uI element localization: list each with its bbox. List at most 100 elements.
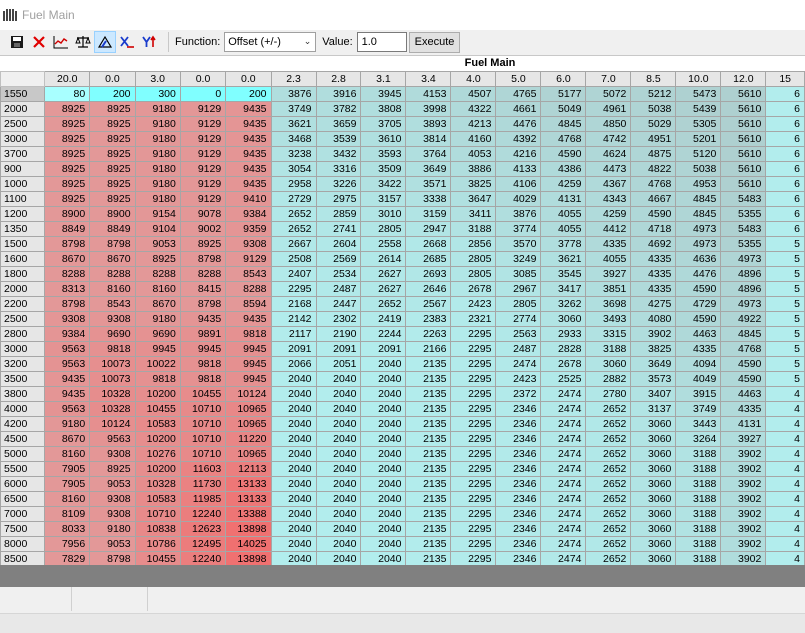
table-cell[interactable]: 2346 xyxy=(495,401,542,417)
table-cell[interactable]: 2667 xyxy=(270,236,317,252)
table-cell[interactable]: 4 xyxy=(765,536,805,552)
table-cell[interactable]: 2295 xyxy=(450,446,497,462)
table-cell[interactable]: 2040 xyxy=(270,461,317,477)
table-cell[interactable]: 2346 xyxy=(495,461,542,477)
table-cell[interactable]: 4029 xyxy=(495,191,542,207)
table-cell[interactable]: 4106 xyxy=(495,176,542,192)
table-cell[interactable]: 3915 xyxy=(675,386,722,402)
table-cell[interactable]: 5029 xyxy=(630,116,677,132)
table-cell[interactable]: 4953 xyxy=(675,176,722,192)
table-cell[interactable]: 4386 xyxy=(540,161,587,177)
row-header[interactable]: 4000 xyxy=(0,401,46,417)
column-header[interactable]: 0.0 xyxy=(179,71,227,87)
table-cell[interactable]: 3188 xyxy=(675,521,722,537)
table-cell[interactable]: 4 xyxy=(765,401,805,417)
table-cell[interactable]: 2040 xyxy=(315,476,362,492)
column-header[interactable]: 3.1 xyxy=(360,71,407,87)
table-cell[interactable]: 5177 xyxy=(540,86,587,102)
table-cell[interactable]: 8925 xyxy=(44,176,91,192)
table-cell[interactable]: 2040 xyxy=(360,431,407,447)
table-cell[interactable]: 4463 xyxy=(720,386,767,402)
table-cell[interactable]: 9818 xyxy=(179,356,227,372)
table-cell[interactable]: 3010 xyxy=(360,206,407,222)
table-cell[interactable]: 3188 xyxy=(675,491,722,507)
table-cell[interactable]: 2525 xyxy=(540,371,587,387)
table-cell[interactable]: 4961 xyxy=(585,101,632,117)
table-cell[interactable]: 9690 xyxy=(89,326,136,342)
table-cell[interactable]: 2295 xyxy=(450,341,497,357)
table-cell[interactable]: 2040 xyxy=(315,536,362,552)
table-cell[interactable]: 7956 xyxy=(44,536,91,552)
table-cell[interactable]: 2135 xyxy=(405,446,452,462)
table-cell[interactable]: 8670 xyxy=(44,431,91,447)
table-cell[interactable]: 2040 xyxy=(360,521,407,537)
table-cell[interactable]: 4335 xyxy=(630,266,677,282)
table-cell[interactable]: 5610 xyxy=(720,131,767,147)
row-header[interactable]: 900 xyxy=(0,161,46,177)
table-cell[interactable]: 9359 xyxy=(225,221,272,237)
table-cell[interactable]: 3876 xyxy=(495,206,542,222)
table-cell[interactable]: 3593 xyxy=(360,146,407,162)
table-cell[interactable]: 4 xyxy=(765,446,805,462)
table-cell[interactable]: 2828 xyxy=(540,341,587,357)
table-cell[interactable]: 9945 xyxy=(225,356,272,372)
table-cell[interactable]: 3902 xyxy=(720,536,767,552)
table-cell[interactable]: 2627 xyxy=(360,281,407,297)
table-cell[interactable]: 5072 xyxy=(585,86,632,102)
table-cell[interactable]: 9563 xyxy=(44,356,91,372)
table-cell[interactable]: 4335 xyxy=(585,236,632,252)
column-header[interactable]: 3.4 xyxy=(405,71,452,87)
table-cell[interactable]: 2668 xyxy=(405,236,452,252)
table-cell[interactable]: 3902 xyxy=(720,491,767,507)
table-cell[interactable]: 2346 xyxy=(495,551,542,565)
table-cell[interactable]: 6 xyxy=(765,176,805,192)
table-cell[interactable]: 10328 xyxy=(134,476,181,492)
table-cell[interactable]: 9435 xyxy=(225,131,272,147)
graph-icon[interactable] xyxy=(50,31,72,53)
table-cell[interactable]: 4343 xyxy=(585,191,632,207)
row-header[interactable]: 6000 xyxy=(0,476,46,492)
table-cell[interactable]: 3893 xyxy=(405,116,452,132)
table-cell[interactable]: 3188 xyxy=(675,446,722,462)
table-cell[interactable]: 5038 xyxy=(630,101,677,117)
table-cell[interactable]: 5120 xyxy=(675,146,722,162)
table-cell[interactable]: 2474 xyxy=(540,476,587,492)
table-cell[interactable]: 2117 xyxy=(270,326,317,342)
table-cell[interactable]: 2040 xyxy=(315,521,362,537)
table-cell[interactable]: 3422 xyxy=(360,176,407,192)
table-cell[interactable]: 10200 xyxy=(134,431,181,447)
table-cell[interactable]: 3649 xyxy=(405,161,452,177)
table-cell[interactable]: 4845 xyxy=(720,326,767,342)
table-cell[interactable]: 2685 xyxy=(405,251,452,267)
table-cell[interactable]: 2295 xyxy=(450,356,497,372)
table-cell[interactable]: 2346 xyxy=(495,521,542,537)
table-cell[interactable]: 2295 xyxy=(450,326,497,342)
table-cell[interactable]: 4259 xyxy=(540,176,587,192)
table-cell[interactable]: 2563 xyxy=(495,326,542,342)
table-cell[interactable]: 9384 xyxy=(44,326,91,342)
table-cell[interactable]: 2346 xyxy=(495,446,542,462)
table-cell[interactable]: 2882 xyxy=(585,371,632,387)
table-cell[interactable]: 5201 xyxy=(675,131,722,147)
table-cell[interactable]: 3808 xyxy=(360,101,407,117)
table-cell[interactable]: 8670 xyxy=(134,296,181,312)
row-header[interactable]: 1200 xyxy=(0,206,46,222)
table-cell[interactable]: 2040 xyxy=(270,476,317,492)
table-cell[interactable]: 4133 xyxy=(495,161,542,177)
table-cell[interactable]: 11730 xyxy=(179,476,227,492)
table-cell[interactable]: 200 xyxy=(225,86,272,102)
table-cell[interactable]: 8925 xyxy=(44,146,91,162)
table-cell[interactable]: 2040 xyxy=(360,551,407,565)
table-cell[interactable]: 2774 xyxy=(495,311,542,327)
table-cell[interactable]: 3610 xyxy=(360,131,407,147)
row-header[interactable]: 3500 xyxy=(0,371,46,387)
table-cell[interactable]: 9435 xyxy=(225,311,272,327)
column-header[interactable]: 8.5 xyxy=(630,71,677,87)
table-cell[interactable]: 3249 xyxy=(495,251,542,267)
table-cell[interactable]: 3188 xyxy=(585,341,632,357)
table-cell[interactable]: 5 xyxy=(765,296,805,312)
table-cell[interactable]: 2346 xyxy=(495,431,542,447)
table-cell[interactable]: 2614 xyxy=(360,251,407,267)
table-cell[interactable]: 2474 xyxy=(540,446,587,462)
table-cell[interactable]: 10583 xyxy=(134,491,181,507)
